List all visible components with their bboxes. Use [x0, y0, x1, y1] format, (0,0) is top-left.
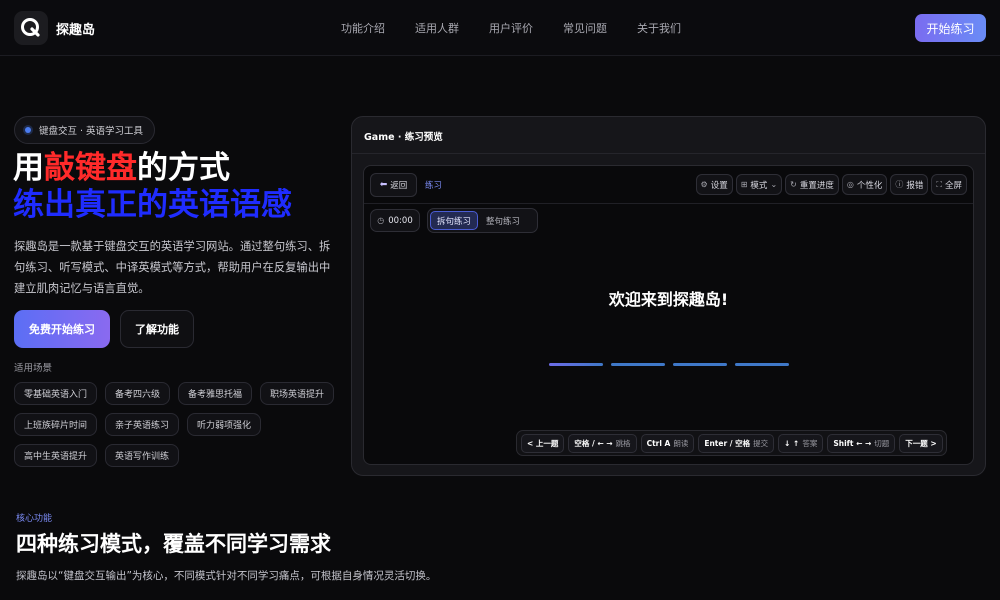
- logo-icon: [14, 11, 48, 45]
- shortcut-desc: 跳格: [615, 438, 631, 448]
- scenario-chip[interactable]: 英语写作训练: [105, 444, 180, 467]
- brand-name: 探趣岛: [56, 22, 96, 38]
- game-toolbar: ⬅ 返回 练习 ⚙ 设置 ⊞ 模式 ⌄ ↻ 重置进度 ◎ 个性化 ⓘ 报错 ⛶ 全屏: [364, 166, 973, 204]
- hero-badge: 键盘交互 · 英语学习工具: [14, 116, 156, 144]
- hero-title-highlight: 敲键盘: [44, 150, 137, 186]
- report-error-button[interactable]: ⓘ 报错: [890, 174, 929, 195]
- info-icon: ⓘ: [895, 180, 904, 189]
- clock-icon: ◷: [377, 216, 385, 225]
- timer-value: 00:00: [388, 215, 413, 226]
- nav-link-audience[interactable]: 适用人群: [415, 20, 459, 36]
- start-practice-button[interactable]: 开始练习: [915, 14, 986, 42]
- hero-title-line2: 练出真正的英语语感: [13, 187, 292, 223]
- tool-label: 报错: [906, 180, 924, 191]
- shortcut-key: ↓ ↑: [784, 438, 800, 448]
- tab-whole-sentence[interactable]: 整句练习: [480, 211, 526, 230]
- shortcut-skip: 空格 / ← → 跳格: [568, 433, 637, 453]
- shortcut-desc: 答案: [802, 438, 818, 448]
- shortcut-key: Shift ← →: [833, 438, 872, 448]
- reset-progress-button[interactable]: ↻ 重置进度: [785, 174, 839, 195]
- timer: ◷ 00:00: [370, 209, 420, 232]
- prev-question-button[interactable]: < 上一题: [521, 433, 565, 453]
- section-description: 探趣岛以“键盘交互输出”为核心，不同模式针对不同学习痛点，可根据自身情况灵活切换…: [16, 570, 437, 582]
- scenarios-label: 适用场景: [14, 363, 53, 374]
- back-button[interactable]: ⬅ 返回: [370, 173, 417, 197]
- top-navbar: 探趣岛 功能介绍 适用人群 用户评价 常见问题 关于我们 开始练习: [0, 0, 1000, 56]
- hero-badge-label: 键盘交互 · 英语学习工具: [39, 126, 144, 137]
- scenario-chip[interactable]: 零基础英语入门: [14, 382, 98, 405]
- section-title: 四种练习模式，覆盖不同学习需求: [16, 532, 331, 556]
- shortcut-switch: Shift ← → 切题: [827, 433, 896, 453]
- shortcut-bar: < 上一题 空格 / ← → 跳格 Ctrl A 朗读 Enter / 空格 提交 ↓…: [516, 430, 947, 456]
- settings-button[interactable]: ⚙ 设置: [695, 174, 733, 195]
- shortcut-key: Ctrl A: [646, 438, 671, 448]
- tool-buttons: ⚙ 设置 ⊞ 模式 ⌄ ↻ 重置进度 ◎ 个性化 ⓘ 报错 ⛶ 全屏: [695, 174, 967, 195]
- scenario-chip[interactable]: 上班族碎片时间: [14, 413, 98, 436]
- reset-icon: ↻: [790, 180, 797, 189]
- welcome-message: 欢迎来到探趣岛!: [608, 290, 729, 309]
- scenario-chip[interactable]: 高中生英语提升: [14, 444, 98, 467]
- answer-blank[interactable]: [611, 363, 665, 366]
- hero-title-post: 的方式: [137, 150, 230, 186]
- shortcut-answer: ↓ ↑ 答案: [778, 433, 824, 453]
- scenario-chip[interactable]: 备考雅思托福: [178, 382, 253, 405]
- answer-blank[interactable]: [673, 363, 727, 366]
- scenario-chip[interactable]: 亲子英语练习: [105, 413, 180, 436]
- tool-label: 全屏: [944, 180, 962, 191]
- hero-title-pre: 用: [13, 150, 44, 186]
- nav-link-about[interactable]: 关于我们: [637, 20, 681, 36]
- shortcut-key: 下一题 >: [905, 438, 937, 448]
- brand-link[interactable]: 探趣岛: [14, 11, 95, 45]
- arrow-left-icon: ⬅: [379, 180, 388, 190]
- shortcut-key: < 上一题: [527, 438, 559, 448]
- breadcrumb[interactable]: 练习: [425, 179, 442, 191]
- scenario-chip[interactable]: 听力弱项强化: [187, 413, 262, 436]
- nav-link-faq[interactable]: 常见问题: [563, 20, 607, 36]
- fullscreen-icon: ⛶: [936, 179, 942, 189]
- tool-label: 重置进度: [799, 180, 834, 191]
- nav-link-features[interactable]: 功能介绍: [341, 20, 385, 36]
- learn-features-button[interactable]: 了解功能: [120, 310, 194, 348]
- shortcut-key: 空格 / ← →: [574, 438, 613, 448]
- hero-description: 探趣岛是一款基于键盘交互的英语学习网站。通过整句练习、拆句练习、听写模式、中译英…: [14, 240, 331, 295]
- tab-split-sentence[interactable]: 拆句练习: [430, 211, 479, 230]
- shortcut-key: Enter / 空格: [704, 438, 751, 448]
- fullscreen-button[interactable]: ⛶ 全屏: [931, 174, 967, 195]
- shortcut-submit: Enter / 空格 提交: [698, 433, 775, 453]
- palette-icon: ◎: [846, 180, 854, 189]
- answer-blank[interactable]: [735, 363, 789, 366]
- personalize-button[interactable]: ◎ 个性化: [841, 174, 888, 195]
- game-window: ⬅ 返回 练习 ⚙ 设置 ⊞ 模式 ⌄ ↻ 重置进度 ◎ 个性化 ⓘ 报错 ⛶ 全屏 ◷ 00…: [363, 165, 974, 465]
- settings-icon: ⚙: [700, 180, 708, 189]
- answer-blanks: [549, 363, 789, 366]
- answer-blank[interactable]: [549, 363, 603, 366]
- mode-button[interactable]: ⊞ 模式 ⌄: [735, 174, 783, 195]
- hero-title-line1: 用敲键盘的方式: [13, 150, 230, 187]
- game-status-row: ◷ 00:00 拆句练习 整句练习: [364, 204, 973, 237]
- free-start-button[interactable]: 免费开始练习: [14, 310, 110, 348]
- scenario-chip[interactable]: 备考四六级: [105, 382, 171, 405]
- chevron-down-icon: ⌄: [770, 180, 778, 189]
- shortcut-desc: 切题: [874, 438, 890, 448]
- nav-link-reviews[interactable]: 用户评价: [489, 20, 533, 36]
- panel-title: Game · 练习预览: [364, 132, 443, 143]
- game-preview-panel: Game · 练习预览 ⬅ 返回 练习 ⚙ 设置 ⊞ 模式 ⌄ ↻ 重置进度 ◎ 个性化 …: [351, 116, 986, 476]
- back-label: 返回: [390, 181, 408, 191]
- shortcut-desc: 朗读: [673, 438, 689, 448]
- dot-icon: [25, 127, 31, 133]
- scenario-chips: 零基础英语入门 备考四六级 备考雅思托福 职场英语提升 上班族碎片时间 亲子英语…: [14, 382, 344, 467]
- nav-links: 功能介绍 适用人群 用户评价 常见问题 关于我们: [341, 20, 681, 36]
- mode-toggle: 拆句练习 整句练习: [427, 208, 538, 233]
- tool-label: 设置: [710, 180, 728, 191]
- divider: [352, 153, 985, 154]
- next-question-button[interactable]: 下一题 >: [899, 433, 943, 453]
- shortcut-desc: 提交: [753, 438, 769, 448]
- tool-label: 模式: [750, 180, 768, 191]
- tool-label: 个性化: [856, 180, 883, 191]
- shortcut-read: Ctrl A 朗读: [640, 433, 695, 453]
- section-tag: 核心功能: [16, 514, 53, 524]
- scenario-chip[interactable]: 职场英语提升: [260, 382, 335, 405]
- grid-icon: ⊞: [740, 180, 748, 189]
